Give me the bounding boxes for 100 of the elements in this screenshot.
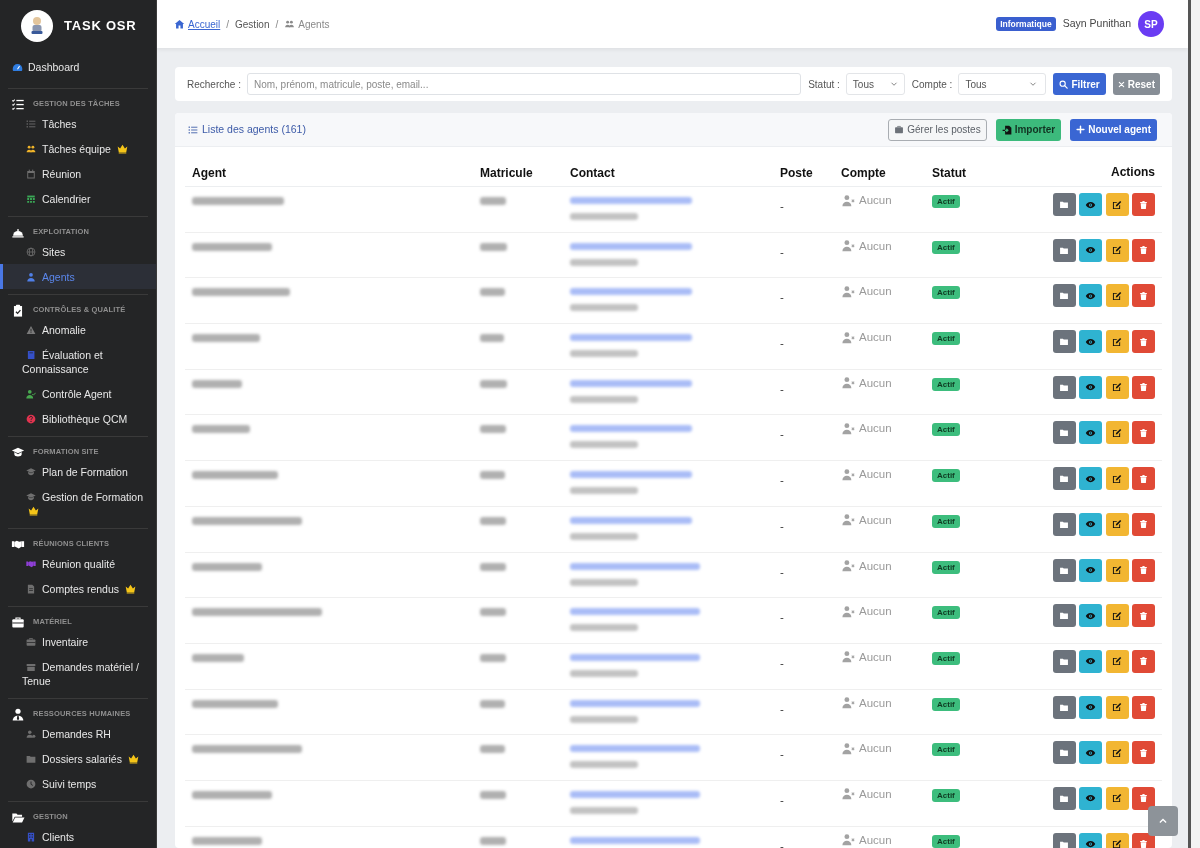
sidebar-item[interactable]: Tâches équipe: [0, 136, 156, 161]
delete-button[interactable]: [1132, 786, 1155, 810]
folder-icon: [1059, 382, 1069, 392]
folder-button[interactable]: [1052, 695, 1076, 719]
view-button[interactable]: [1079, 604, 1102, 628]
delete-button[interactable]: [1132, 193, 1155, 216]
breadcrumb-link[interactable]: Accueil: [174, 16, 221, 32]
folder-button[interactable]: [1052, 330, 1076, 354]
delete-button[interactable]: [1132, 284, 1155, 308]
delete-button[interactable]: [1132, 649, 1155, 673]
delete-button[interactable]: [1132, 375, 1155, 399]
edit-icon: [1112, 839, 1122, 848]
department-badge: Informatique: [996, 17, 1056, 31]
folder-button[interactable]: [1052, 604, 1076, 628]
view-button[interactable]: [1079, 421, 1102, 445]
view-button[interactable]: [1079, 649, 1102, 673]
sidebar-item[interactable]: Évaluation et Connaissance: [0, 342, 156, 381]
account-select[interactable]: Tous: [958, 73, 1047, 95]
view-button[interactable]: [1079, 786, 1102, 810]
filter-button[interactable]: Filtrer: [1053, 73, 1106, 95]
calendar-icon: [26, 193, 36, 204]
edit-button[interactable]: [1105, 375, 1129, 399]
edit-button[interactable]: [1105, 786, 1129, 810]
card-title: Liste des agents (161): [202, 121, 306, 137]
trash-icon: [1139, 336, 1148, 347]
view-button[interactable]: [1079, 512, 1102, 536]
scrollbar[interactable]: [1188, 0, 1200, 848]
sidebar-item[interactable]: Clients: [0, 824, 156, 848]
delete-button[interactable]: [1132, 695, 1155, 719]
view-button[interactable]: [1079, 375, 1102, 399]
sidebar-item[interactable]: Dashboard: [0, 54, 156, 79]
folder-button[interactable]: [1052, 832, 1076, 848]
delete-button[interactable]: [1132, 512, 1155, 536]
delete-button[interactable]: [1132, 330, 1155, 354]
status-badge: Actif: [932, 834, 960, 848]
view-button[interactable]: [1079, 193, 1102, 216]
sidebar-item[interactable]: Calendrier: [0, 186, 156, 211]
delete-button[interactable]: [1132, 467, 1155, 491]
edit-button[interactable]: [1105, 330, 1129, 354]
new-agent-button[interactable]: Nouvel agent: [1070, 118, 1157, 141]
sidebar-item[interactable]: Plan de Formation: [0, 459, 156, 484]
status-select[interactable]: Tous: [845, 73, 905, 95]
edit-button[interactable]: [1105, 421, 1129, 445]
folder-button[interactable]: [1052, 375, 1076, 399]
view-button[interactable]: [1079, 238, 1102, 262]
sidebar-item[interactable]: Gestion de Formation: [0, 484, 156, 523]
edit-button[interactable]: [1105, 467, 1129, 491]
folder-button[interactable]: [1052, 284, 1076, 308]
view-button[interactable]: [1079, 467, 1102, 491]
sidebar-item[interactable]: Demandes RH: [0, 721, 156, 746]
sidebar-item[interactable]: Sites: [0, 239, 156, 264]
search-field[interactable]: Nom, prénom, matricule, poste, email...: [246, 73, 802, 95]
eye-icon: [1085, 199, 1096, 210]
edit-button[interactable]: [1105, 284, 1129, 308]
folder-button[interactable]: [1052, 741, 1076, 765]
folder-button[interactable]: [1052, 649, 1076, 673]
view-button[interactable]: [1079, 695, 1102, 719]
folder-button[interactable]: [1052, 558, 1076, 582]
edit-button[interactable]: [1105, 512, 1129, 536]
people-icon: [26, 143, 36, 154]
sidebar-item[interactable]: Bibliothèque QCM: [0, 406, 156, 431]
avatar[interactable]: SP: [1138, 11, 1164, 37]
delete-button[interactable]: [1132, 238, 1155, 262]
view-button[interactable]: [1079, 284, 1102, 308]
sidebar-item[interactable]: Dossiers salariés: [0, 746, 156, 771]
graduation-cap-icon: [11, 445, 25, 459]
import-button[interactable]: Importer: [995, 118, 1062, 141]
view-button[interactable]: [1079, 330, 1102, 354]
sidebar-item[interactable]: Agents: [0, 264, 156, 289]
delete-button[interactable]: [1132, 558, 1155, 582]
delete-button[interactable]: [1132, 741, 1155, 765]
delete-button[interactable]: [1132, 421, 1155, 445]
sidebar-item[interactable]: Anomalie: [0, 317, 156, 342]
sidebar-item[interactable]: Suivi temps: [0, 771, 156, 796]
edit-button[interactable]: [1105, 558, 1129, 582]
folder-button[interactable]: [1052, 467, 1076, 491]
sidebar-item[interactable]: Contrôle Agent: [0, 381, 156, 406]
manage-positions-button[interactable]: Gérer les postes: [888, 118, 987, 141]
delete-button[interactable]: [1132, 604, 1155, 628]
folder-button[interactable]: [1052, 238, 1076, 262]
edit-button[interactable]: [1105, 238, 1129, 262]
edit-button[interactable]: [1105, 695, 1129, 719]
view-button[interactable]: [1079, 741, 1102, 765]
folder-button[interactable]: [1052, 512, 1076, 536]
user-x-icon: [841, 513, 856, 527]
edit-button[interactable]: [1105, 832, 1129, 848]
folder-button[interactable]: [1052, 786, 1076, 810]
edit-button[interactable]: [1105, 649, 1129, 673]
sidebar-item[interactable]: Inventaire: [0, 629, 156, 654]
edit-button[interactable]: [1105, 741, 1129, 765]
folder-button[interactable]: [1052, 193, 1076, 216]
sidebar-item[interactable]: Réunion qualité: [0, 551, 156, 576]
view-button[interactable]: [1079, 558, 1102, 582]
sidebar-item[interactable]: Comptes rendus: [0, 576, 156, 601]
sidebar-item[interactable]: Demandes matériel / Tenue: [0, 654, 156, 693]
sidebar-item[interactable]: Tâches: [0, 111, 156, 136]
edit-button[interactable]: [1105, 604, 1129, 628]
edit-button[interactable]: [1105, 193, 1129, 216]
folder-button[interactable]: [1052, 421, 1076, 445]
sidebar-item[interactable]: Réunion: [0, 161, 156, 186]
